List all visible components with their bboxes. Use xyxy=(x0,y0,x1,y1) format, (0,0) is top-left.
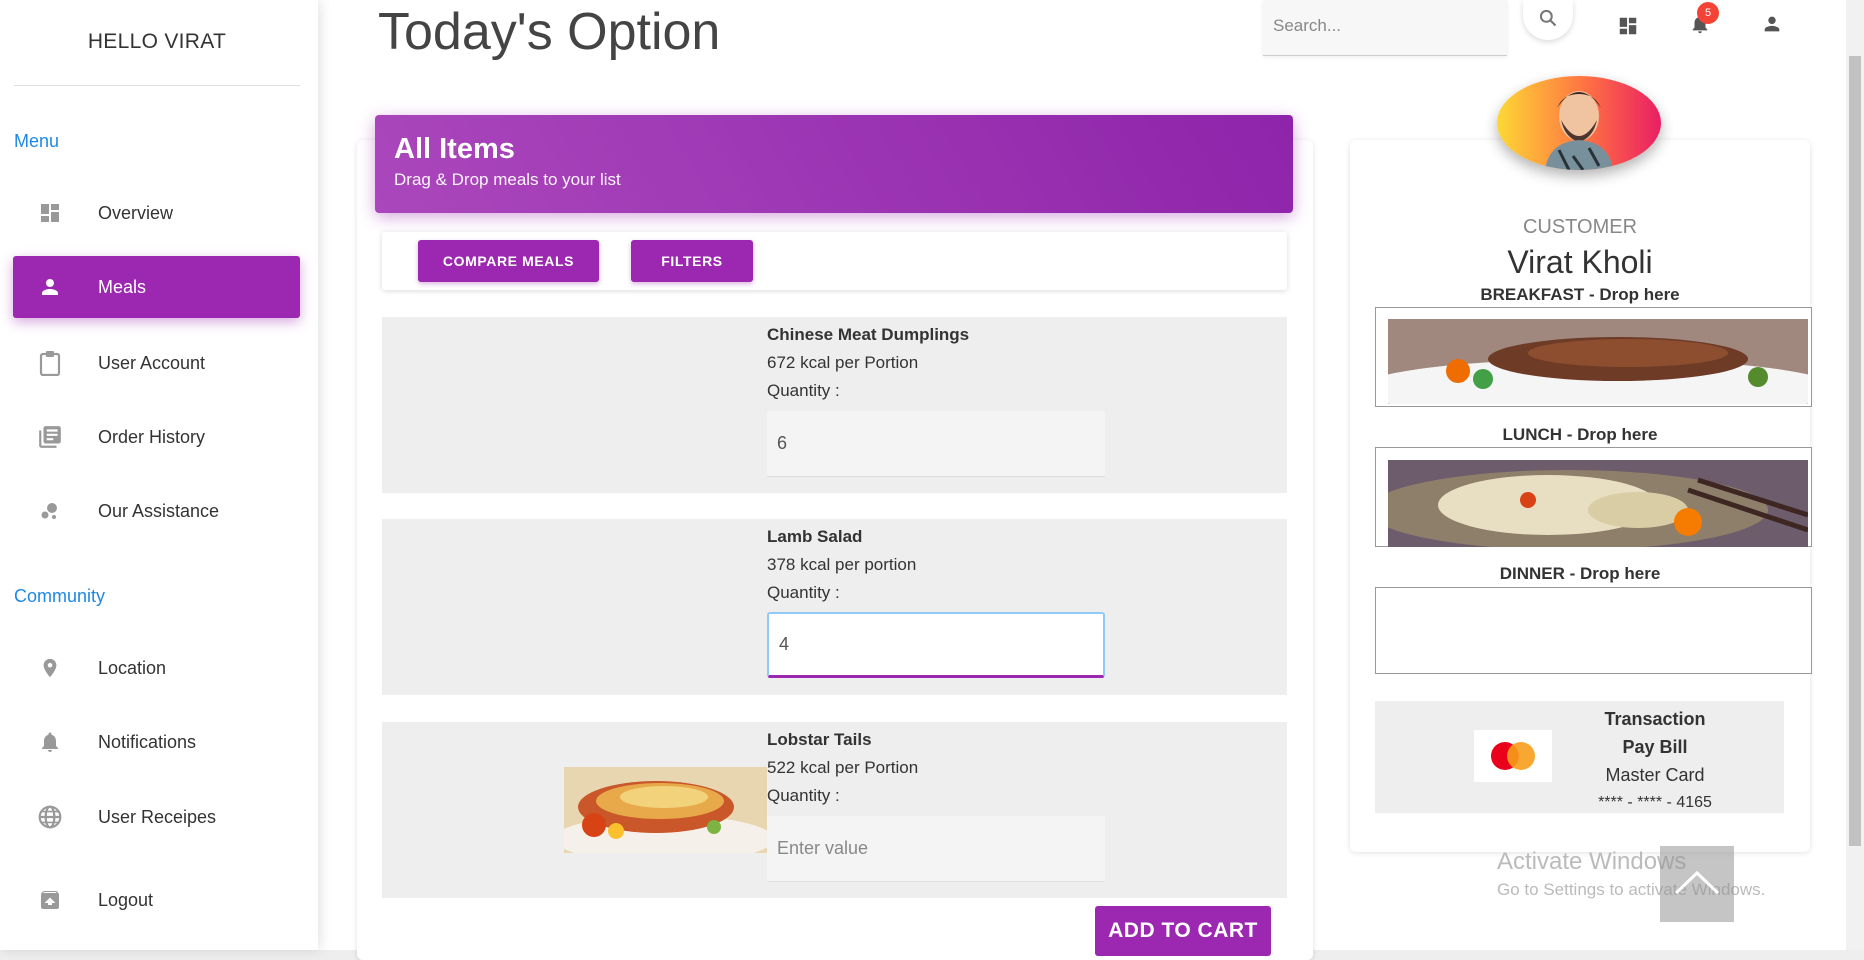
sidebar-item-user-receipes[interactable]: User Receipes xyxy=(13,786,300,848)
meal-kcal: 378 kcal per portion xyxy=(767,555,917,574)
meal-info: Lobstar Tails 522 kcal per Portion Quant… xyxy=(767,726,918,810)
search-input[interactable]: Search... xyxy=(1263,0,1507,56)
lobster-image xyxy=(564,767,767,853)
quantity-label: Quantity : xyxy=(767,583,840,602)
lunch-drop-zone[interactable] xyxy=(1368,447,1812,550)
sidebar-item-meals[interactable]: Meals xyxy=(13,256,300,318)
pay-bill-label[interactable]: Pay Bill xyxy=(1555,733,1755,761)
items-subtitle: Drag & Drop meals to your list xyxy=(394,170,621,189)
sidebar-item-label: Logout xyxy=(98,889,154,910)
sidebar-item-our-assistance[interactable]: Our Assistance xyxy=(13,480,300,542)
quantity-label: Quantity : xyxy=(767,381,840,400)
items-card-header: All Items Drag & Drop meals to your list xyxy=(375,115,1293,213)
scrollbar-thumb[interactable] xyxy=(1849,56,1861,846)
sidebar-item-logout[interactable]: Logout xyxy=(13,869,300,931)
mastercard-icon xyxy=(1474,730,1552,782)
meal-name: Lobstar Tails xyxy=(767,730,872,749)
meal-row[interactable]: Lamb Salad 378 kcal per portion Quantity… xyxy=(382,519,1287,695)
filters-button[interactable]: FILTERS xyxy=(631,240,753,282)
quantity-input[interactable]: 4 xyxy=(767,612,1105,678)
library-books-icon xyxy=(37,424,63,450)
person-icon xyxy=(37,274,63,300)
transaction-details: Transaction Pay Bill Master Card **** - … xyxy=(1555,705,1755,817)
sidebar-item-notifications[interactable]: Notifications xyxy=(13,711,300,773)
sidebar-item-label: Our Assistance xyxy=(98,500,220,521)
quantity-label: Quantity : xyxy=(767,786,840,805)
sidebar-greeting: HELLO VIRAT xyxy=(14,30,300,86)
meal-name: Lamb Salad xyxy=(767,527,863,546)
sidebar-item-user-account[interactable]: User Account xyxy=(13,332,300,394)
meal-row[interactable]: Chinese Meat Dumplings 672 kcal per Port… xyxy=(382,317,1287,493)
lunch-meal-image xyxy=(1368,460,1809,550)
search-icon xyxy=(1538,8,1558,33)
breakfast-drop-zone[interactable] xyxy=(1358,307,1838,419)
page-title: Today's Option xyxy=(378,3,721,61)
lunch-drop-label: LUNCH - Drop here xyxy=(1502,425,1658,444)
meal-row[interactable]: Lobstar Tails 522 kcal per Portion Quant… xyxy=(382,722,1287,898)
sidebar-item-order-history[interactable]: Order History xyxy=(13,406,300,468)
sidebar-item-overview[interactable]: Overview xyxy=(13,182,300,244)
transaction-box: Transaction Pay Bill Master Card **** - … xyxy=(1375,701,1784,813)
chevron-up-icon xyxy=(1672,867,1722,902)
account-button[interactable] xyxy=(1758,12,1786,40)
card-type: Master Card xyxy=(1605,765,1705,785)
community-section-label: Community xyxy=(14,586,106,606)
bubble-chart-icon xyxy=(37,498,63,524)
sidebar: HELLO VIRAT Menu Overview Meals User Acc… xyxy=(0,0,318,950)
sidebar-item-label: User Receipes xyxy=(98,806,217,827)
sidebar-item-label: Meals xyxy=(98,276,147,297)
meal-kcal: 522 kcal per Portion xyxy=(767,758,919,777)
add-to-cart-button[interactable]: ADD TO CART xyxy=(1095,906,1271,956)
customer-name: Virat Kholi xyxy=(1507,244,1653,280)
unarchive-icon xyxy=(37,887,63,913)
location-pin-icon xyxy=(37,655,63,681)
card-number: **** - **** - 4165 xyxy=(1598,794,1712,811)
sidebar-item-label: Overview xyxy=(98,202,174,223)
dinner-drop-label: DINNER - Drop here xyxy=(1499,564,1661,583)
meal-kcal: 672 kcal per Portion xyxy=(767,353,919,372)
sidebar-item-label: Order History xyxy=(98,426,206,447)
items-title: All Items xyxy=(394,133,515,165)
scroll-to-top-button[interactable] xyxy=(1660,846,1734,922)
dashboard-icon xyxy=(37,200,63,226)
dinner-drop-zone[interactable] xyxy=(1375,587,1812,674)
sidebar-item-label: User Account xyxy=(98,352,206,373)
quantity-input[interactable]: 6 xyxy=(767,411,1105,477)
sidebar-item-label: Notifications xyxy=(98,731,197,752)
sidebar-item-label: Location xyxy=(98,657,167,678)
meal-info: Chinese Meat Dumplings 672 kcal per Port… xyxy=(767,321,969,405)
customer-role: CUSTOMER xyxy=(1522,216,1638,238)
person-icon xyxy=(1761,13,1783,40)
notification-badge: 5 xyxy=(1697,2,1719,24)
sidebar-item-location[interactable]: Location xyxy=(13,637,300,699)
compare-meals-button[interactable]: COMPARE MEALS xyxy=(418,240,599,282)
menu-section-label: Menu xyxy=(14,131,60,151)
items-toolbar: COMPARE MEALS FILTERS xyxy=(382,232,1287,290)
globe-icon xyxy=(37,804,63,830)
scrollbar[interactable] xyxy=(1846,0,1864,950)
avatar xyxy=(1497,76,1661,170)
dashboard-icon[interactable] xyxy=(1614,12,1642,40)
meal-info: Lamb Salad 378 kcal per portion Quantity… xyxy=(767,523,916,607)
transaction-label: Transaction xyxy=(1604,709,1706,729)
breakfast-drop-label: BREAKFAST - Drop here xyxy=(1480,285,1680,304)
breakfast-meal-image xyxy=(1358,319,1838,419)
quantity-input[interactable]: Enter value xyxy=(767,816,1105,882)
clipboard-icon xyxy=(37,350,63,376)
meal-name: Chinese Meat Dumplings xyxy=(767,325,970,344)
bell-icon xyxy=(37,729,63,755)
